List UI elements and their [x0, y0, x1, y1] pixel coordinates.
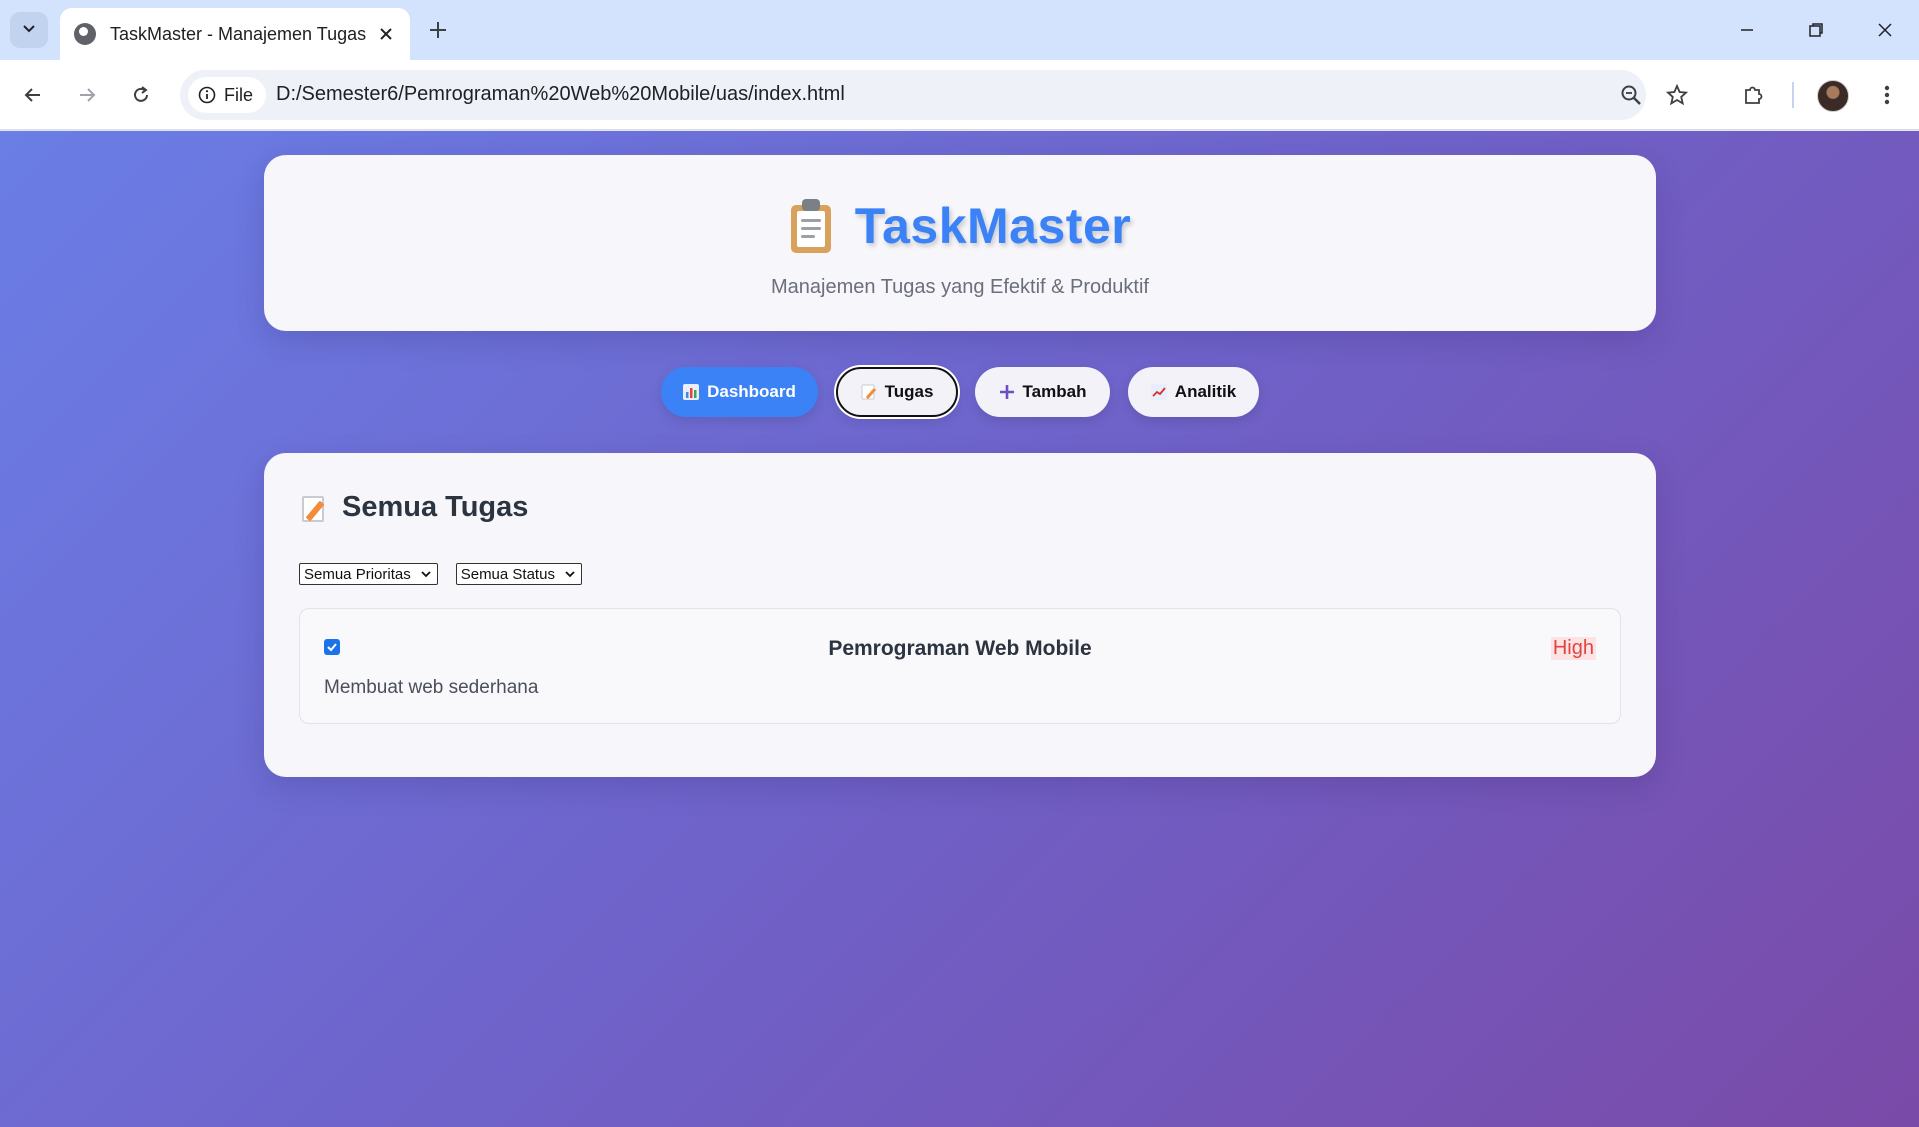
close-window-button[interactable] [1862, 10, 1908, 50]
filter-bar: Semua Prioritas Semua Status [299, 563, 600, 585]
app-subtitle: Manajemen Tugas yang Efektif & Produktif [771, 276, 1149, 298]
extensions-icon[interactable] [1734, 76, 1772, 114]
site-chip-label: File [224, 84, 254, 105]
restore-icon [1809, 23, 1823, 37]
browser-tabstrip: TaskMaster - Manajemen Tugas [0, 0, 1919, 60]
app-header: TaskMaster Manajemen Tugas yang Efektif … [264, 155, 1656, 331]
bookmark-star-icon[interactable] [1658, 76, 1696, 114]
brand: TaskMaster [264, 197, 1656, 255]
plus-icon [999, 384, 1015, 400]
trend-chart-icon [1150, 384, 1167, 400]
nav-tugas-label: Tugas [884, 382, 934, 401]
browser-toolbar: File D:/Semester6/Pemrograman%20Web%20Mo… [0, 60, 1919, 130]
nav-analitik-button[interactable]: Analitik [1128, 367, 1259, 417]
toolbar-divider [1792, 82, 1794, 108]
globe-icon [74, 23, 96, 45]
address-bar[interactable]: File D:/Semester6/Pemrograman%20Web%20Mo… [180, 70, 1646, 120]
close-tab-button[interactable] [372, 20, 400, 48]
zoom-icon[interactable] [1618, 82, 1644, 108]
tab-search-button[interactable] [10, 12, 48, 48]
info-icon [198, 86, 216, 104]
forward-button[interactable] [68, 76, 106, 114]
app-title: TaskMaster [854, 198, 1132, 254]
task-description: Membuat web sederhana [324, 677, 539, 698]
plus-icon [430, 22, 446, 38]
chevron-down-icon [21, 20, 37, 41]
status-filter-select[interactable]: Semua Status [455, 563, 582, 585]
memo-icon [302, 494, 328, 522]
priority-filter-value: Semua Prioritas [304, 565, 411, 583]
status-filter-value: Semua Status [460, 565, 555, 583]
nav-dashboard-label: Dashboard [707, 382, 796, 401]
task-priority-badge: High [1550, 637, 1596, 660]
profile-avatar[interactable] [1817, 80, 1849, 112]
chevron-down-icon [563, 567, 577, 581]
minimize-button[interactable] [1724, 10, 1770, 50]
priority-filter-select[interactable]: Semua Prioritas [299, 563, 438, 585]
close-icon [1878, 23, 1892, 37]
nav-dashboard-button[interactable]: Dashboard [661, 367, 818, 417]
main-nav: Dashboard Tugas Tambah Analitik [0, 367, 1919, 419]
memo-icon [861, 384, 877, 400]
site-info-button[interactable]: File [188, 77, 266, 113]
tab-title: TaskMaster - Manajemen Tugas [110, 23, 367, 44]
arrow-right-icon [80, 88, 96, 102]
restore-button[interactable] [1793, 10, 1839, 50]
section-header: Semua Tugas [302, 491, 528, 524]
page-viewport: TaskMaster Manajemen Tugas yang Efektif … [0, 131, 1919, 1127]
tasks-panel: Semua Tugas Semua Prioritas Semua Status… [264, 453, 1656, 777]
reload-button[interactable] [122, 76, 160, 114]
chevron-down-icon [419, 567, 433, 581]
nav-tambah-button[interactable]: Tambah [975, 367, 1110, 417]
nav-tugas-button[interactable]: Tugas [836, 367, 958, 417]
task-item: Pemrograman Web Mobile High Membuat web … [299, 608, 1621, 724]
new-tab-button[interactable] [422, 14, 454, 46]
reload-icon [134, 86, 148, 102]
task-title: Pemrograman Web Mobile [828, 637, 1092, 660]
section-title: Semua Tugas [342, 491, 529, 523]
url-text[interactable]: D:/Semester6/Pemrograman%20Web%20Mobile/… [276, 83, 845, 106]
browser-tab[interactable]: TaskMaster - Manajemen Tugas [60, 8, 410, 60]
nav-analitik-label: Analitik [1174, 382, 1237, 401]
minimize-icon [1741, 29, 1753, 31]
close-icon [380, 28, 392, 40]
nav-tambah-label: Tambah [1022, 382, 1087, 401]
clipboard-icon [789, 199, 833, 253]
back-button[interactable] [14, 76, 52, 114]
bar-chart-icon [683, 384, 700, 400]
arrow-left-icon [24, 88, 40, 102]
more-menu-icon[interactable] [1868, 76, 1906, 114]
